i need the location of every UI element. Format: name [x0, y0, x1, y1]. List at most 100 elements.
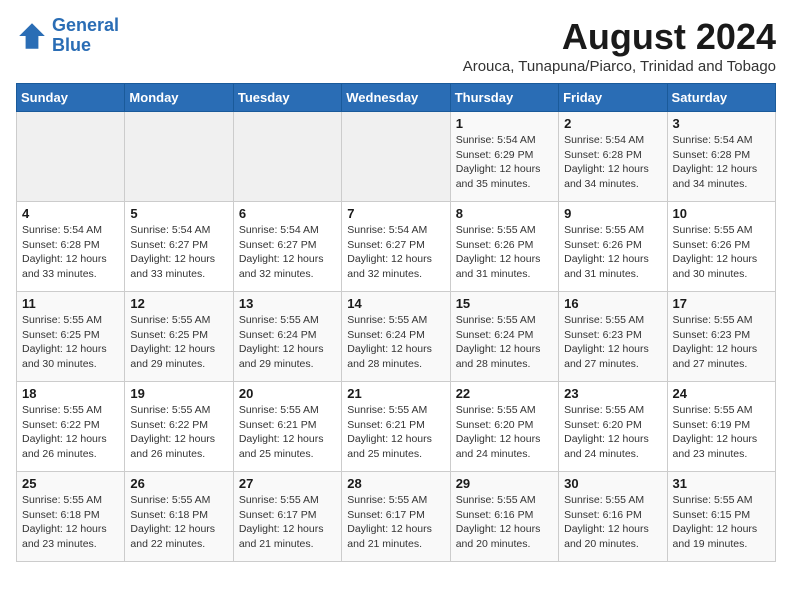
- day-detail: Sunrise: 5:55 AM Sunset: 6:17 PM Dayligh…: [239, 493, 336, 552]
- subtitle: Arouca, Tunapuna/Piarco, Trinidad and To…: [463, 58, 776, 75]
- calendar-cell: 30Sunrise: 5:55 AM Sunset: 6:16 PM Dayli…: [559, 472, 667, 562]
- day-detail: Sunrise: 5:55 AM Sunset: 6:16 PM Dayligh…: [456, 493, 553, 552]
- calendar-cell: 14 Sunrise: 5:55 AM Sunset: 6:24 PM Dayli…: [342, 292, 450, 382]
- day-number: 5: [130, 206, 227, 221]
- day-number: 24: [673, 386, 770, 401]
- day-detail: Sunrise: 5:54 AM Sunset: 6:27 PM Dayligh…: [347, 223, 444, 282]
- day-number: 3: [673, 116, 770, 131]
- weekday-row: SundayMondayTuesdayWednesdayThursdayFrid…: [17, 84, 776, 112]
- weekday-header-monday: Monday: [125, 84, 233, 112]
- day-number: 16: [564, 296, 661, 311]
- calendar-cell: 17Sunrise: 5:55 AM Sunset: 6:23 PM Dayli…: [667, 292, 775, 382]
- weekday-header-thursday: Thursday: [450, 84, 558, 112]
- calendar-cell: [342, 112, 450, 202]
- header: General Blue August 2024 Arouca, Tunapun…: [16, 16, 776, 75]
- logo-text: General Blue: [52, 16, 119, 56]
- day-detail: Sunrise: 5:54 AM Sunset: 6:28 PM Dayligh…: [564, 133, 661, 192]
- day-number: 19: [130, 386, 227, 401]
- day-number: 21: [347, 386, 444, 401]
- day-detail: Sunrise: 5:55 AM Sunset: 6:22 PM Dayligh…: [22, 403, 119, 462]
- calendar-cell: 29Sunrise: 5:55 AM Sunset: 6:16 PM Dayli…: [450, 472, 558, 562]
- calendar-header: SundayMondayTuesdayWednesdayThursdayFrid…: [17, 84, 776, 112]
- day-number: 31: [673, 476, 770, 491]
- calendar-body: 1 Sunrise: 5:54 AM Sunset: 6:29 PM Daylig…: [17, 112, 776, 562]
- calendar-cell: 31 Sunrise: 5:55 AM Sunset: 6:15 PM Dayli…: [667, 472, 775, 562]
- calendar-cell: 5 Sunrise: 5:54 AM Sunset: 6:27 PM Daylig…: [125, 202, 233, 292]
- calendar-cell: 12 Sunrise: 5:55 AM Sunset: 6:25 PM Dayli…: [125, 292, 233, 382]
- calendar-cell: 8 Sunrise: 5:55 AM Sunset: 6:26 PM Daylig…: [450, 202, 558, 292]
- day-number: 12: [130, 296, 227, 311]
- day-detail: Sunrise: 5:55 AM Sunset: 6:26 PM Dayligh…: [564, 223, 661, 282]
- calendar-cell: [17, 112, 125, 202]
- day-number: 13: [239, 296, 336, 311]
- day-number: 7: [347, 206, 444, 221]
- day-detail: Sunrise: 5:55 AM Sunset: 6:23 PM Dayligh…: [564, 313, 661, 372]
- calendar-table: SundayMondayTuesdayWednesdayThursdayFrid…: [16, 83, 776, 562]
- day-number: 1: [456, 116, 553, 131]
- calendar-cell: 16 Sunrise: 5:55 AM Sunset: 6:23 PM Dayli…: [559, 292, 667, 382]
- day-detail: Sunrise: 5:55 AM Sunset: 6:26 PM Dayligh…: [456, 223, 553, 282]
- day-number: 2: [564, 116, 661, 131]
- calendar-cell: 3 Sunrise: 5:54 AM Sunset: 6:28 PM Daylig…: [667, 112, 775, 202]
- calendar-cell: 20Sunrise: 5:55 AM Sunset: 6:21 PM Dayli…: [233, 382, 341, 472]
- day-detail: Sunrise: 5:55 AM Sunset: 6:26 PM Dayligh…: [673, 223, 770, 282]
- calendar-cell: 21 Sunrise: 5:55 AM Sunset: 6:21 PM Dayli…: [342, 382, 450, 472]
- weekday-header-saturday: Saturday: [667, 84, 775, 112]
- calendar-cell: 1 Sunrise: 5:54 AM Sunset: 6:29 PM Daylig…: [450, 112, 558, 202]
- calendar-cell: [233, 112, 341, 202]
- calendar-week-4: 18 Sunrise: 5:55 AM Sunset: 6:22 PM Dayli…: [17, 382, 776, 472]
- month-year: August 2024: [463, 16, 776, 58]
- day-detail: Sunrise: 5:55 AM Sunset: 6:19 PM Dayligh…: [673, 403, 770, 462]
- day-number: 6: [239, 206, 336, 221]
- day-number: 11: [22, 296, 119, 311]
- day-detail: Sunrise: 5:55 AM Sunset: 6:15 PM Dayligh…: [673, 493, 770, 552]
- day-detail: Sunrise: 5:54 AM Sunset: 6:27 PM Dayligh…: [130, 223, 227, 282]
- logo: General Blue: [16, 16, 119, 56]
- day-detail: Sunrise: 5:55 AM Sunset: 6:24 PM Dayligh…: [456, 313, 553, 372]
- day-number: 25: [22, 476, 119, 491]
- day-detail: Sunrise: 5:55 AM Sunset: 6:22 PM Dayligh…: [130, 403, 227, 462]
- calendar-cell: 22 Sunrise: 5:55 AM Sunset: 6:20 PM Dayli…: [450, 382, 558, 472]
- weekday-header-wednesday: Wednesday: [342, 84, 450, 112]
- day-number: 8: [456, 206, 553, 221]
- calendar-cell: 26Sunrise: 5:55 AM Sunset: 6:18 PM Dayli…: [125, 472, 233, 562]
- day-detail: Sunrise: 5:55 AM Sunset: 6:21 PM Dayligh…: [347, 403, 444, 462]
- calendar-cell: 24 Sunrise: 5:55 AM Sunset: 6:19 PM Dayli…: [667, 382, 775, 472]
- title-area: August 2024 Arouca, Tunapuna/Piarco, Tri…: [463, 16, 776, 75]
- day-detail: Sunrise: 5:55 AM Sunset: 6:17 PM Dayligh…: [347, 493, 444, 552]
- day-detail: Sunrise: 5:55 AM Sunset: 6:24 PM Dayligh…: [347, 313, 444, 372]
- weekday-header-sunday: Sunday: [17, 84, 125, 112]
- day-detail: Sunrise: 5:55 AM Sunset: 6:25 PM Dayligh…: [22, 313, 119, 372]
- day-number: 18: [22, 386, 119, 401]
- logo-line2: Blue: [52, 35, 91, 55]
- calendar-cell: 15 Sunrise: 5:55 AM Sunset: 6:24 PM Dayli…: [450, 292, 558, 382]
- day-detail: Sunrise: 5:54 AM Sunset: 6:28 PM Dayligh…: [673, 133, 770, 192]
- day-number: 15: [456, 296, 553, 311]
- calendar-cell: 4Sunrise: 5:54 AM Sunset: 6:28 PM Daylig…: [17, 202, 125, 292]
- day-number: 28: [347, 476, 444, 491]
- day-number: 10: [673, 206, 770, 221]
- calendar-cell: 25 Sunrise: 5:55 AM Sunset: 6:18 PM Dayli…: [17, 472, 125, 562]
- calendar-cell: 11 Sunrise: 5:55 AM Sunset: 6:25 PM Dayli…: [17, 292, 125, 382]
- calendar-cell: [125, 112, 233, 202]
- day-detail: Sunrise: 5:55 AM Sunset: 6:18 PM Dayligh…: [22, 493, 119, 552]
- calendar-cell: 28 Sunrise: 5:55 AM Sunset: 6:17 PM Dayli…: [342, 472, 450, 562]
- day-detail: Sunrise: 5:55 AM Sunset: 6:24 PM Dayligh…: [239, 313, 336, 372]
- calendar-cell: 19 Sunrise: 5:55 AM Sunset: 6:22 PM Dayli…: [125, 382, 233, 472]
- calendar-cell: 13 Sunrise: 5:55 AM Sunset: 6:24 PM Dayli…: [233, 292, 341, 382]
- day-detail: Sunrise: 5:55 AM Sunset: 6:20 PM Dayligh…: [456, 403, 553, 462]
- day-number: 23: [564, 386, 661, 401]
- day-number: 14: [347, 296, 444, 311]
- logo-icon: [16, 20, 48, 52]
- weekday-header-friday: Friday: [559, 84, 667, 112]
- calendar-week-3: 11 Sunrise: 5:55 AM Sunset: 6:25 PM Dayli…: [17, 292, 776, 382]
- day-detail: Sunrise: 5:54 AM Sunset: 6:28 PM Dayligh…: [22, 223, 119, 282]
- calendar-cell: 2 Sunrise: 5:54 AM Sunset: 6:28 PM Daylig…: [559, 112, 667, 202]
- calendar-cell: 7 Sunrise: 5:54 AM Sunset: 6:27 PM Daylig…: [342, 202, 450, 292]
- calendar-cell: 10 Sunrise: 5:55 AM Sunset: 6:26 PM Dayli…: [667, 202, 775, 292]
- calendar-cell: 18 Sunrise: 5:55 AM Sunset: 6:22 PM Dayli…: [17, 382, 125, 472]
- day-number: 22: [456, 386, 553, 401]
- day-detail: Sunrise: 5:54 AM Sunset: 6:29 PM Dayligh…: [456, 133, 553, 192]
- day-detail: Sunrise: 5:55 AM Sunset: 6:18 PM Dayligh…: [130, 493, 227, 552]
- day-detail: Sunrise: 5:55 AM Sunset: 6:25 PM Dayligh…: [130, 313, 227, 372]
